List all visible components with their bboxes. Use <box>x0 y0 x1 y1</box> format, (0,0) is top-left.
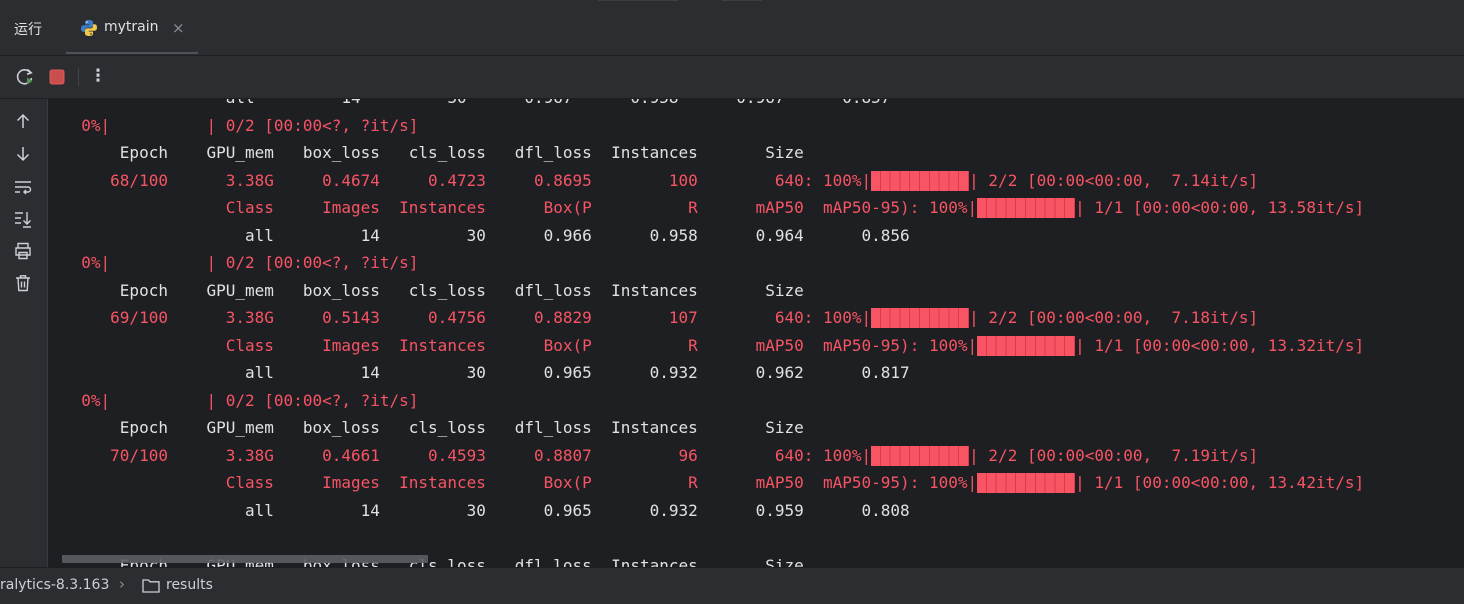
console-line: 70/100 3.38G 0.4661 0.4593 0.8807 96 640… <box>62 445 1259 466</box>
scroll-to-end-icon[interactable] <box>13 209 33 229</box>
status-bar: ralytics-8.3.163 › results <box>0 567 1464 604</box>
console-line: 69/100 3.38G 0.5143 0.4756 0.8829 107 64… <box>62 308 1258 328</box>
console-side-toolbar <box>0 99 48 567</box>
progress-bar <box>977 473 1076 493</box>
tab-mytrain[interactable]: mytrain × <box>66 10 198 54</box>
run-tab-bar: 运行 mytrain × <box>0 0 1464 56</box>
print-icon[interactable] <box>13 241 33 261</box>
stop-icon[interactable] <box>47 67 67 87</box>
console-line-text: 70/100 3.38G 0.4661 0.4593 0.8807 96 640… <box>62 445 872 465</box>
console-line-text: Class Images Instances Box(P R mAP50 mAP… <box>62 335 978 355</box>
console-line: all 14 30 0.967 0.958 0.967 0.857 <box>62 99 891 108</box>
console-line: all 14 30 0.966 0.958 0.964 0.856 <box>62 225 910 245</box>
horizontal-scrollbar[interactable] <box>62 555 428 563</box>
close-tab-icon[interactable]: × <box>172 19 185 37</box>
folder-icon <box>142 579 160 593</box>
top-edge-segment <box>598 0 678 1</box>
tab-title: mytrain <box>104 19 159 35</box>
console-line-text: 69/100 3.38G 0.5143 0.4756 0.8829 107 64… <box>62 308 872 327</box>
soft-wrap-icon[interactable] <box>13 177 33 197</box>
breadcrumb-separator: › <box>119 575 125 593</box>
console-line-text: | 1/1 [00:00<00:00, 13.32it/s] <box>1075 335 1365 355</box>
console-line: Epoch GPU_mem box_loss cls_loss dfl_loss… <box>62 418 804 437</box>
console-line: all 14 30 0.965 0.932 0.959 0.808 <box>62 500 910 520</box>
console-line-text: | 1/1 [00:00<00:00, 13.58it/s] <box>1075 198 1365 217</box>
progress-bar <box>871 308 970 328</box>
console-line-text: 68/100 3.38G 0.4674 0.4723 0.8695 100 64… <box>62 170 872 190</box>
console-line-text: | 2/2 [00:00<00:00, 7.19it/s] <box>969 445 1259 465</box>
console-line: all 14 30 0.965 0.932 0.962 0.817 <box>62 363 910 382</box>
console-line: Class Images Instances Box(P R mAP50 mAP… <box>62 198 1364 218</box>
more-options-icon[interactable]: ⋮ <box>88 67 108 87</box>
console-line-text: | 1/1 [00:00<00:00, 13.42it/s] <box>1075 473 1365 492</box>
run-tool-window: 运行 mytrain × ⋮ Epoch GPU_mem box_loss cl… <box>0 0 1464 604</box>
toolbar-divider <box>78 68 79 86</box>
progress-bar <box>871 170 970 191</box>
rerun-icon[interactable] <box>15 67 35 87</box>
run-panel-title: 运行 <box>14 22 42 38</box>
progress-bar <box>977 198 1076 218</box>
console-line: Epoch GPU_mem box_loss cls_loss dfl_loss… <box>62 280 804 300</box>
console-line-text: | 2/2 [00:00<00:00, 7.18it/s] <box>969 308 1259 327</box>
console-line: 0%| | 0/2 [00:00<?, ?it/s] <box>62 253 419 272</box>
console-line-text: | 2/2 [00:00<00:00, 7.14it/s] <box>969 170 1259 190</box>
arrow-up-icon[interactable] <box>13 111 33 131</box>
active-tab-underline <box>66 52 198 54</box>
console-line: 0%| | 0/2 [00:00<?, ?it/s] <box>62 390 419 410</box>
trash-icon[interactable] <box>13 273 33 293</box>
console-line: 0%| | 0/2 [00:00<?, ?it/s] <box>62 115 419 135</box>
console-line: Class Images Instances Box(P R mAP50 mAP… <box>62 335 1365 356</box>
run-toolbar: ⋮ <box>0 56 1464 99</box>
console-line: Class Images Instances Box(P R mAP50 mAP… <box>62 473 1364 493</box>
python-icon <box>81 20 97 36</box>
top-edge-segment <box>722 0 762 1</box>
console-output[interactable]: Epoch GPU_mem box_loss cls_loss dfl_loss… <box>48 99 1464 567</box>
arrow-down-icon[interactable] <box>13 144 33 164</box>
breadcrumb-package[interactable]: ralytics-8.3.163 <box>0 577 109 593</box>
progress-bar <box>977 335 1076 356</box>
progress-bar <box>871 445 970 466</box>
breadcrumb-folder[interactable]: results <box>166 577 213 593</box>
console-line-text: Class Images Instances Box(P R mAP50 mAP… <box>62 198 978 217</box>
console-line: Epoch GPU_mem box_loss cls_loss dfl_loss… <box>62 143 804 162</box>
console-line-text: Class Images Instances Box(P R mAP50 mAP… <box>62 473 978 492</box>
console-line: 68/100 3.38G 0.4674 0.4723 0.8695 100 64… <box>62 170 1259 191</box>
